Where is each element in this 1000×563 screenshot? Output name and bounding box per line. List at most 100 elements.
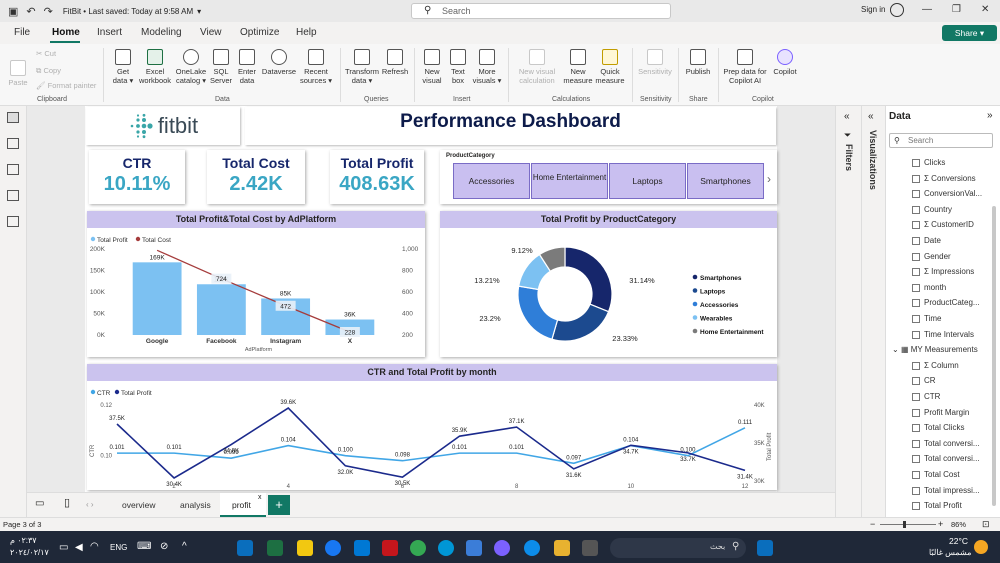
checkbox[interactable] xyxy=(912,455,920,464)
file-explorer-taskbar-icon[interactable] xyxy=(554,540,570,556)
checkbox[interactable] xyxy=(912,502,920,511)
tab-analysis[interactable]: analysis xyxy=(180,500,211,510)
kpi-card-ctr[interactable]: CTR 10.11% xyxy=(89,150,185,204)
volume-icon[interactable]: ◀ xyxy=(75,542,83,553)
store-taskbar-icon[interactable] xyxy=(466,540,482,556)
filters-pane[interactable]: « ⏷ Filters xyxy=(835,106,861,517)
checkbox[interactable] xyxy=(912,393,920,401)
field-item[interactable]: Clicks xyxy=(912,158,945,167)
close-icon[interactable]: ✕ xyxy=(981,4,989,15)
slicer-item-home-entertainment[interactable]: Home Entertainment xyxy=(531,163,608,199)
sql-server-button[interactable]: SQL Server xyxy=(208,49,234,85)
quick-measure-button[interactable]: Quick measure xyxy=(594,49,626,85)
tmdl-view-icon[interactable] xyxy=(7,216,19,227)
app-taskbar-icon[interactable] xyxy=(582,540,598,556)
line-chart-card[interactable]: CTR and Total Profit by month CTR Total P… xyxy=(87,364,777,490)
menu-modeling[interactable]: Modeling xyxy=(141,27,182,38)
cut-button[interactable]: ✂ Cut xyxy=(36,49,56,58)
zoom-out-icon[interactable]: − xyxy=(870,519,875,529)
checkbox[interactable] xyxy=(912,330,920,339)
maximize-icon[interactable]: ❐ xyxy=(952,4,961,15)
taskbar-search-input[interactable]: بحث ⚲ xyxy=(610,538,746,558)
field-item[interactable]: Total impressi... xyxy=(912,486,980,495)
menu-help[interactable]: Help xyxy=(296,27,317,38)
checkbox[interactable] xyxy=(912,471,920,479)
field-item[interactable]: Total conversi... xyxy=(912,454,980,464)
checkbox[interactable] xyxy=(912,252,920,261)
checkbox[interactable] xyxy=(912,237,920,245)
refresh-button[interactable]: Refresh xyxy=(381,49,409,76)
checkbox[interactable] xyxy=(912,424,920,433)
field-item[interactable]: CTR xyxy=(912,392,940,401)
recent-sources-button[interactable]: Recent sources ▾ xyxy=(298,49,334,85)
checkbox[interactable] xyxy=(912,315,920,323)
slicer-item-laptops[interactable]: Laptops xyxy=(609,163,686,199)
checkbox[interactable] xyxy=(912,159,920,167)
field-item[interactable]: month xyxy=(912,283,946,292)
wifi-icon[interactable]: ◠ xyxy=(90,541,99,552)
expand-icon[interactable]: » xyxy=(987,110,993,121)
field-item[interactable]: Gender xyxy=(912,252,951,261)
field-item[interactable]: Σ CustomerID xyxy=(912,220,974,230)
checkbox[interactable] xyxy=(912,283,920,292)
field-item[interactable]: ProductCateg... xyxy=(912,298,980,308)
collapse-icon[interactable]: « xyxy=(844,111,850,122)
collapse-icon[interactable]: « xyxy=(868,111,874,122)
redo-icon[interactable]: ↷ xyxy=(44,5,53,18)
visualizations-pane[interactable]: « Visualizations xyxy=(861,106,885,517)
field-item[interactable]: ConversionVal... xyxy=(912,189,982,199)
excel-workbook-button[interactable]: Excel workbook xyxy=(136,49,174,85)
undo-icon[interactable]: ↶ xyxy=(26,5,35,18)
avatar-icon[interactable] xyxy=(890,3,904,17)
checkbox[interactable] xyxy=(912,377,920,386)
copilot-taskbar-icon[interactable] xyxy=(494,540,510,556)
field-item[interactable]: Time xyxy=(912,314,941,323)
weather-sun-icon[interactable] xyxy=(974,540,988,554)
mobile-layout-icon[interactable]: ▯ xyxy=(64,496,70,509)
keyboard-icon[interactable]: ⌨ xyxy=(137,541,151,552)
zoom-in-icon[interactable]: + xyxy=(938,519,943,529)
language-indicator[interactable]: ENG xyxy=(110,543,127,552)
scrollbar[interactable] xyxy=(992,206,996,506)
kpi-card-total-profit[interactable]: Total Profit 408.63K xyxy=(330,150,424,204)
bar-chart-card[interactable]: Total Profit&Total Cost by AdPlatform To… xyxy=(87,211,425,357)
tab-nav-arrows[interactable]: ‹ › xyxy=(86,500,94,509)
field-item[interactable]: Profit Margin xyxy=(912,408,969,417)
clock-time[interactable]: ٠٢:٣٧ م xyxy=(10,536,37,545)
table-view-icon[interactable] xyxy=(7,138,19,149)
field-item[interactable]: Σ Conversions xyxy=(912,174,976,183)
checkbox[interactable] xyxy=(912,486,920,495)
copy-button[interactable]: ⧉ Copy xyxy=(36,66,61,75)
mail-taskbar-icon[interactable] xyxy=(354,540,370,556)
accessibility-icon[interactable]: ⊘ xyxy=(160,541,168,552)
add-page-button[interactable]: + xyxy=(268,495,290,515)
donut-chart-card[interactable]: Total Profit by ProductCategory 31.14% Sm… xyxy=(440,211,777,357)
fit-to-page-icon[interactable]: ⊡ xyxy=(982,519,990,530)
chevron-up-icon[interactable]: ^ xyxy=(182,541,187,552)
edge-taskbar-icon[interactable] xyxy=(524,540,540,556)
desktop-layout-icon[interactable]: ▭ xyxy=(35,498,44,509)
model-view-icon[interactable] xyxy=(7,164,19,175)
mcafee-taskbar-icon[interactable] xyxy=(382,540,398,556)
field-item[interactable]: Total Profit xyxy=(912,501,962,511)
tab-overview[interactable]: overview xyxy=(122,500,156,510)
format-painter-button[interactable]: 🖌 Format painter xyxy=(36,81,96,90)
clock-date[interactable]: ٢٠٢٤/٠٢/١٧ xyxy=(10,548,49,557)
field-item[interactable]: Total Clicks xyxy=(912,423,964,433)
minimize-icon[interactable]: — xyxy=(922,4,932,15)
prep-data-copilot-button[interactable]: Prep data for Copilot AI xyxy=(722,49,768,85)
sign-in-link[interactable]: Sign in xyxy=(861,5,885,14)
new-measure-button[interactable]: New measure xyxy=(563,49,593,85)
slicer-next-icon[interactable]: › xyxy=(767,172,771,186)
weather-temp[interactable]: 22°C xyxy=(949,536,968,546)
widgets-icon[interactable] xyxy=(237,540,253,556)
dax-query-view-icon[interactable] xyxy=(7,190,19,201)
menu-insert[interactable]: Insert xyxy=(97,27,122,38)
search-input[interactable]: ⚲ Search xyxy=(411,3,671,19)
hp-taskbar-icon[interactable] xyxy=(438,540,454,556)
close-icon[interactable]: x xyxy=(258,494,262,501)
save-icon[interactable]: ▣ xyxy=(8,5,18,18)
field-item[interactable]: Total conversi... xyxy=(912,439,980,448)
kpi-card-total-cost[interactable]: Total Cost 2.42K xyxy=(207,150,305,204)
field-item[interactable]: Σ Column xyxy=(912,361,959,370)
